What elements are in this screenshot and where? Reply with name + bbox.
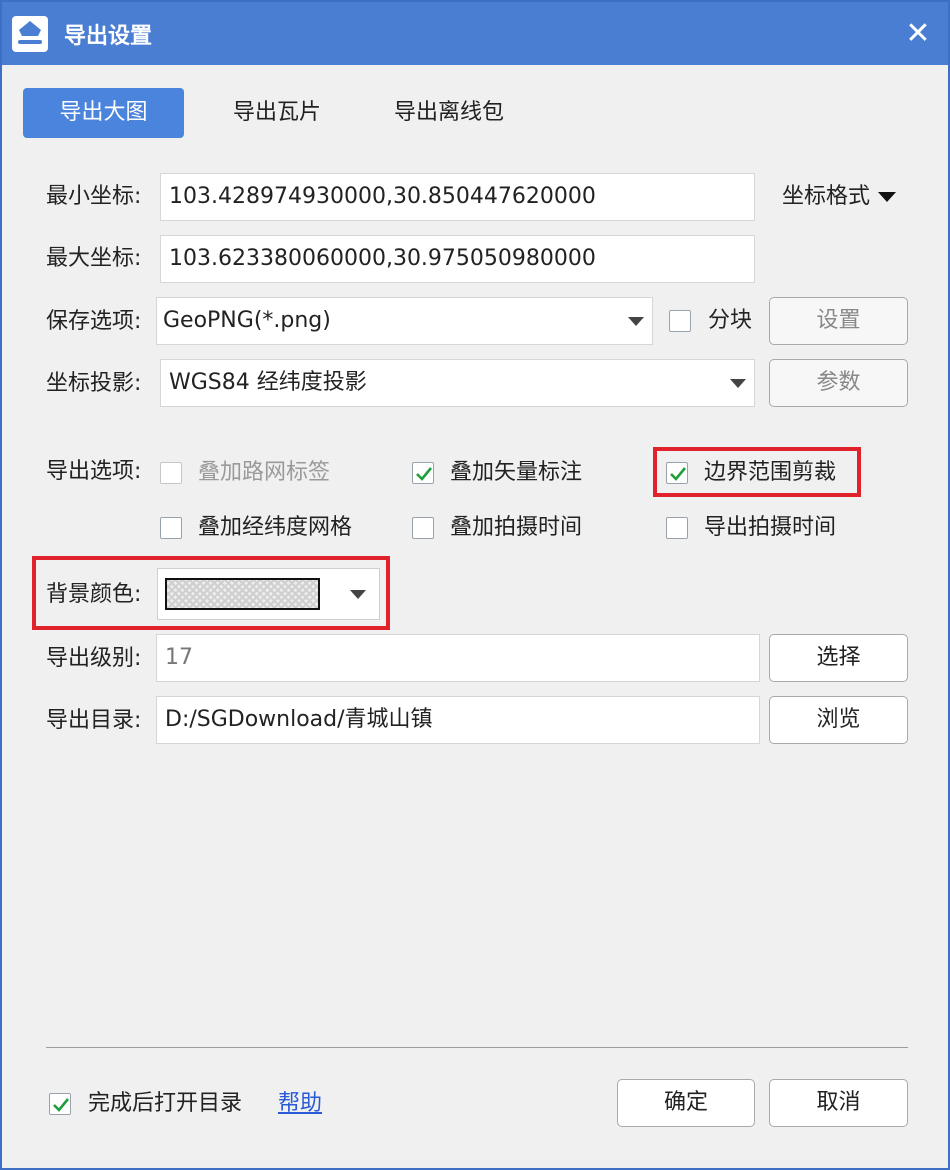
export-level-input[interactable]: 17 [156,634,760,682]
coord-format-label: 坐标格式 [782,184,871,209]
export-capture-time-label: 导出拍摄时间 [704,515,837,540]
export-dir-label: 导出目录: [46,708,142,733]
projection-select[interactable]: WGS84 经纬度投影 [160,359,755,407]
chevron-down-icon[interactable] [350,590,366,599]
title-bar: 导出设置 ✕ [2,2,948,65]
open-dir-after-checkbox[interactable] [49,1093,71,1115]
checkmark-icon [416,467,433,481]
tile-split-label: 分块 [708,308,753,333]
cancel-button[interactable]: 取消 [769,1079,908,1127]
overlay-road-labels-label: 叠加路网标签 [198,460,331,485]
export-level-label: 导出级别: [46,646,142,671]
overlay-vector-annotation-checkbox[interactable] [412,462,434,484]
checkmark-icon [53,1098,70,1112]
params-button[interactable]: 参数 [769,359,908,407]
chevron-down-icon[interactable] [628,317,644,326]
projection-label: 坐标投影: [46,371,142,396]
tab-export-big-image[interactable]: 导出大图 [23,88,184,138]
dialog-title: 导出设置 [64,24,153,49]
help-link[interactable]: 帮助 [278,1089,322,1119]
chevron-down-icon[interactable] [730,379,746,388]
min-coord-input[interactable]: 103.428974930000,30.850447620000 [160,173,755,221]
overlay-latlon-grid-label: 叠加经纬度网格 [198,515,353,540]
choose-button[interactable]: 选择 [769,634,908,682]
export-options-label: 导出选项: [46,459,142,484]
min-coord-label: 最小坐标: [46,184,142,209]
bg-color-label: 背景颜色: [46,582,142,607]
tab-export-tiles[interactable]: 导出瓦片 [197,88,357,138]
tile-split-checkbox[interactable] [669,310,691,332]
tab-export-offline-package[interactable]: 导出离线包 [364,88,534,138]
app-logo-icon [12,16,48,52]
export-capture-time-checkbox[interactable] [666,517,688,539]
caret-down-icon [878,192,897,202]
overlay-capture-time-checkbox[interactable] [412,517,434,539]
overlay-vector-annotation-label: 叠加矢量标注 [450,460,583,485]
export-settings-dialog: 导出设置 ✕ 导出大图 导出瓦片 导出离线包 最小坐标: 103.4289749… [0,0,950,1170]
coord-format-menu[interactable]: 坐标格式 [782,182,897,212]
footer-divider [46,1047,908,1048]
overlay-capture-time-label: 叠加拍摄时间 [450,515,583,540]
close-icon[interactable]: ✕ [900,16,936,52]
open-dir-after-label: 完成后打开目录 [88,1091,243,1116]
browse-button[interactable]: 浏览 [769,696,908,744]
settings-button[interactable]: 设置 [769,297,908,345]
save-option-label: 保存选项: [46,309,142,334]
color-swatch[interactable] [165,578,320,610]
highlight-box [653,447,861,497]
overlay-latlon-grid-checkbox[interactable] [160,517,182,539]
save-option-select[interactable]: GeoPNG(*.png) [156,297,653,345]
export-dir-input[interactable]: D:/SGDownload/青城山镇 [156,696,760,744]
max-coord-input[interactable]: 103.623380060000,30.975050980000 [160,235,755,283]
overlay-road-labels-checkbox[interactable] [160,462,182,484]
max-coord-label: 最大坐标: [46,246,142,271]
ok-button[interactable]: 确定 [617,1079,755,1127]
